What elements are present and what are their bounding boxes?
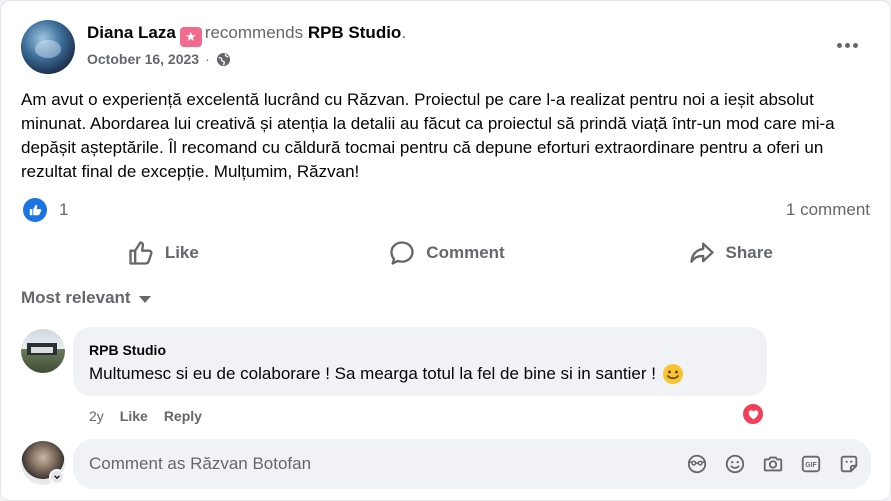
meta-separator: ·: [205, 51, 210, 67]
recommends-verb: recommends: [204, 23, 304, 42]
comment-label: Comment: [426, 243, 505, 262]
emoji-icon[interactable]: [723, 452, 747, 476]
page-name-link[interactable]: RPB Studio: [308, 23, 402, 42]
comment-text: Multumesc si eu de colaborare ! Sa mearg…: [89, 364, 656, 383]
heart-icon[interactable]: [741, 402, 765, 426]
like-reaction-icon: [23, 198, 47, 222]
svg-text:GIF: GIF: [805, 462, 816, 469]
comment-author[interactable]: RPB Studio: [89, 342, 767, 358]
comment-reply-link[interactable]: Reply: [164, 408, 202, 424]
thumbs-up-icon: [129, 241, 153, 265]
avatar-sticker-icon[interactable]: [685, 452, 709, 476]
sticker-icon[interactable]: [837, 452, 861, 476]
author-name[interactable]: Diana Laza: [87, 23, 176, 42]
comment-count-link[interactable]: 1 comment: [786, 200, 870, 220]
reaction-summary[interactable]: 1: [23, 198, 68, 222]
author-avatar[interactable]: [21, 20, 75, 74]
comment-composer: GIF: [73, 439, 871, 489]
speech-bubble-icon: [390, 241, 414, 265]
more-options-icon[interactable]: [835, 35, 859, 55]
like-label: Like: [164, 243, 199, 262]
like-button[interactable]: Like: [21, 233, 305, 273]
post-meta: October 16, 2023 ·: [87, 51, 231, 67]
comment-bubble: RPB Studio Multumesc si eu de colaborare…: [73, 327, 767, 396]
camera-icon[interactable]: [761, 452, 785, 476]
comment-button[interactable]: Comment: [305, 233, 589, 273]
post-card: Diana Laza ★ recommends RPB Studio. Octobe…: [0, 0, 891, 501]
gif-icon[interactable]: GIF: [799, 452, 823, 476]
comment-age[interactable]: 2y: [89, 408, 104, 424]
post-date[interactable]: October 16, 2023: [87, 51, 199, 67]
post-actions: Like Comment Share: [21, 233, 872, 273]
post-header: Diana Laza ★ recommends RPB Studio.: [87, 23, 406, 47]
comment-text-row: Multumesc si eu de colaborare ! Sa mearg…: [89, 363, 767, 385]
comment-meta: 2y Like Reply: [89, 408, 202, 424]
chevron-down-icon[interactable]: [49, 469, 65, 485]
caret-down-icon: [138, 295, 151, 303]
header-punctuation: .: [401, 23, 407, 42]
comment-like-link[interactable]: Like: [120, 408, 148, 424]
share-label: Share: [725, 243, 773, 262]
share-button[interactable]: Share: [588, 233, 872, 273]
share-arrow-icon: [689, 242, 714, 263]
post-body: Am avut o experiență excelentă lucrând c…: [21, 90, 835, 181]
comment-input[interactable]: [89, 454, 649, 474]
smile-emoji-icon: [662, 364, 683, 384]
sort-label: Most relevant: [21, 288, 131, 307]
like-count: 1: [59, 200, 69, 219]
composer-tools: GIF: [685, 452, 861, 476]
recommendation-star-icon: ★: [179, 27, 202, 47]
comment-sort-dropdown[interactable]: Most relevant: [21, 288, 151, 308]
globe-icon[interactable]: [216, 52, 231, 67]
commenter-avatar[interactable]: [21, 329, 65, 373]
